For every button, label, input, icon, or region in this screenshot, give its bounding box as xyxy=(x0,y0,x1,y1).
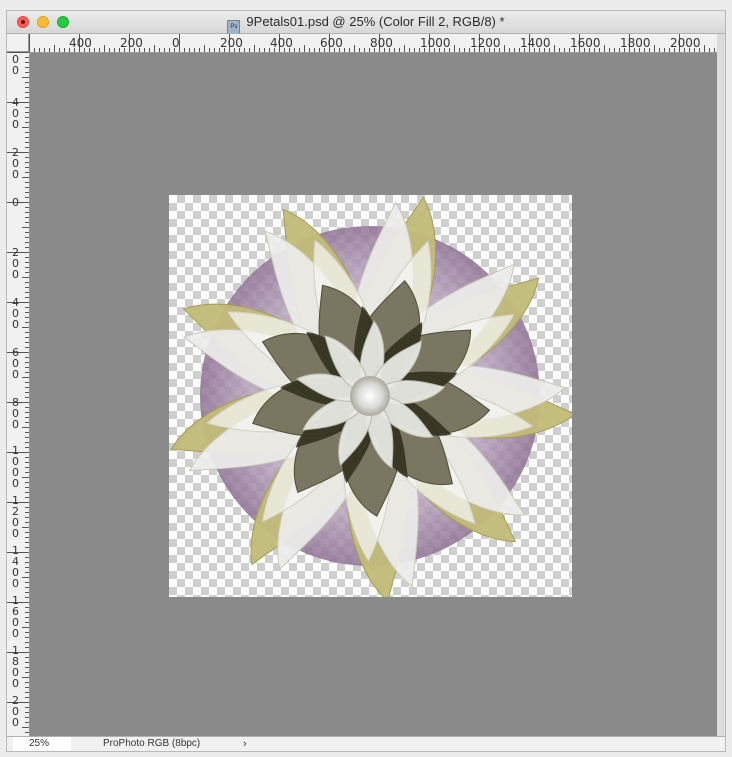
ruler-label: 1000 xyxy=(420,36,451,50)
window-title-container: Ps 9Petals01.psd @ 25% (Color Fill 2, RGB… xyxy=(7,11,725,35)
ruler-label: 400 xyxy=(12,96,19,131)
ruler-label: 200 xyxy=(12,146,19,181)
ruler-label: 1000 xyxy=(12,444,19,490)
flower-center xyxy=(350,376,390,416)
vertical-scrollbar[interactable] xyxy=(717,34,725,737)
ruler-label: 800 xyxy=(370,36,393,50)
zoom-level-field[interactable]: 25% xyxy=(13,737,71,751)
canvas-pasteboard[interactable] xyxy=(30,53,717,737)
ruler-label: 2000 xyxy=(670,36,701,50)
ruler-label: 200 xyxy=(12,694,19,729)
title-bar[interactable]: Ps 9Petals01.psd @ 25% (Color Fill 2, RGB… xyxy=(7,11,725,35)
ruler-label: 200 xyxy=(12,246,19,281)
ruler-label: 200 xyxy=(120,36,143,50)
ruler-label: 1200 xyxy=(12,494,19,540)
ruler-label: 1400 xyxy=(520,36,551,50)
ruler-label: 00 xyxy=(12,53,19,77)
ruler-label: 1800 xyxy=(12,644,19,690)
flower-artwork xyxy=(170,196,572,597)
ruler-label: 400 xyxy=(12,296,19,331)
window-title: 9Petals01.psd @ 25% (Color Fill 2, RGB/8… xyxy=(246,14,505,29)
ruler-label: 1600 xyxy=(12,594,19,640)
vertical-ruler[interactable]: 00 400 200 0 200 400 600 800 1000 1200 1… xyxy=(7,52,30,738)
ruler-label: 600 xyxy=(12,346,19,381)
ruler-label: 200 xyxy=(220,36,243,50)
horizontal-ruler[interactable]: 400 200 0 200 400 600 800 1000 1200 1400… xyxy=(29,34,725,53)
ruler-label: 400 xyxy=(270,36,293,50)
chevron-right-icon[interactable]: › xyxy=(243,737,247,751)
ruler-label: 1400 xyxy=(12,544,19,590)
ruler-origin-corner[interactable] xyxy=(7,34,29,52)
photoshop-document-icon: Ps xyxy=(227,20,241,35)
ruler-label: 800 xyxy=(12,396,19,431)
status-bar: 25% ProPhoto RGB (8bpc) › xyxy=(7,736,725,751)
ruler-label: 1200 xyxy=(470,36,501,50)
document-window: Ps 9Petals01.psd @ 25% (Color Fill 2, RGB… xyxy=(6,10,726,752)
document-canvas[interactable] xyxy=(169,195,572,597)
ruler-label: 0 xyxy=(12,196,19,209)
ruler-label: 0 xyxy=(172,36,180,50)
ruler-label: 600 xyxy=(320,36,343,50)
ruler-label: 1600 xyxy=(570,36,601,50)
ruler-label: 400 xyxy=(69,36,92,50)
document-profile[interactable]: ProPhoto RGB (8bpc) xyxy=(103,737,200,751)
ruler-label: 1800 xyxy=(620,36,651,50)
